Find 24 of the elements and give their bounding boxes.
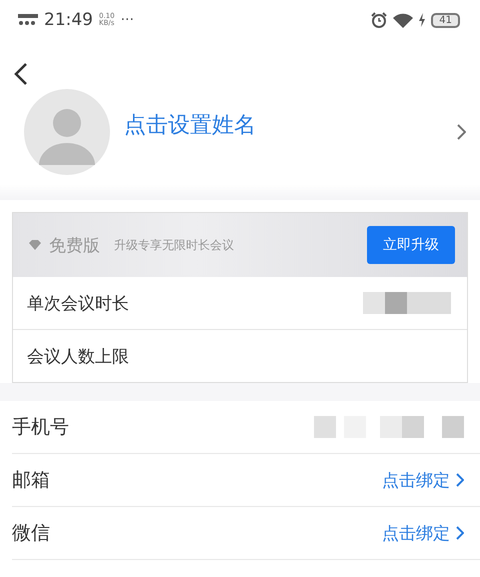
chevron-right-icon bbox=[457, 124, 466, 140]
bind-link[interactable]: 点击绑定 bbox=[382, 522, 450, 544]
bind-link[interactable]: 点击绑定 bbox=[382, 468, 450, 492]
plan-label: 免费版 bbox=[49, 234, 100, 256]
alarm-icon bbox=[371, 12, 388, 28]
profile-row[interactable]: 点击设置姓名 bbox=[0, 88, 480, 176]
more-dots: ··· bbox=[120, 12, 134, 28]
upgrade-hint: 升级专享无限时长会议 bbox=[114, 236, 234, 254]
row-label: 单次会议时长 bbox=[27, 292, 129, 314]
signal-icon bbox=[18, 13, 38, 27]
row-label: 手机号 bbox=[12, 415, 69, 440]
wifi-icon bbox=[393, 12, 414, 28]
charging-icon bbox=[419, 13, 426, 27]
upgrade-button[interactable]: 立即升级 bbox=[367, 226, 455, 264]
battery-level: 41 bbox=[431, 12, 460, 28]
row-label: 微信 bbox=[12, 521, 50, 546]
set-name-link[interactable]: 点击设置姓名 bbox=[124, 110, 256, 140]
avatar-icon bbox=[24, 89, 110, 175]
chevron-right-icon bbox=[456, 473, 464, 487]
row-label: 邮箱 bbox=[12, 468, 50, 493]
diamond-icon bbox=[29, 240, 41, 250]
chevron-right-icon bbox=[456, 526, 464, 540]
clock-time: 21:49 bbox=[44, 10, 93, 30]
row-label: 会议人数上限 bbox=[27, 346, 129, 368]
